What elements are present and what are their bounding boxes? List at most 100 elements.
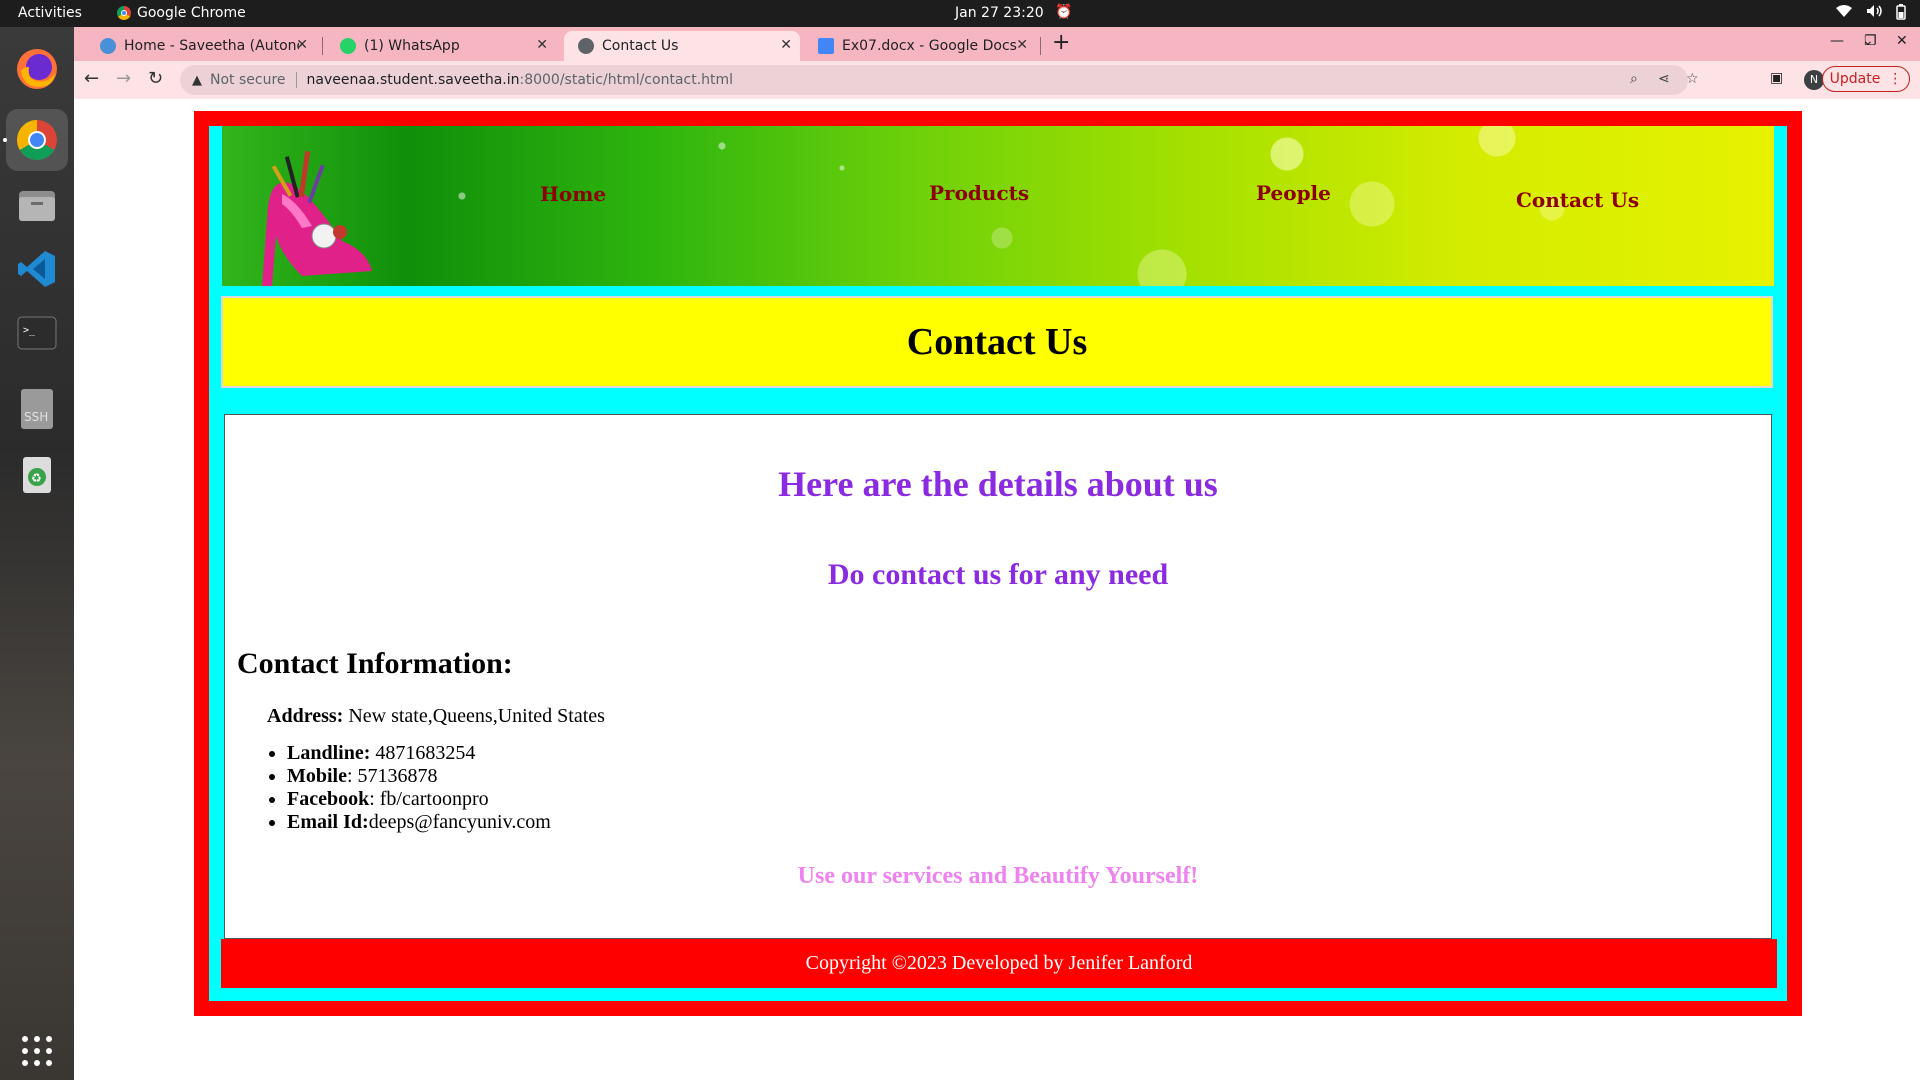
url-host: naveenaa.student.saveetha.in — [306, 72, 520, 88]
dock: >_ SSH ♻ — [0, 27, 74, 1080]
contact-content: Here are the details about us Do contact… — [224, 414, 1772, 939]
url-path: :8000/static/html/contact.html — [519, 72, 734, 88]
tab-title: Contact Us — [602, 38, 679, 54]
page-title-box: Contact Us — [221, 296, 1773, 388]
running-indicator — [3, 138, 7, 142]
contact-info-heading: Contact Information: — [237, 647, 513, 680]
update-label: Update — [1829, 71, 1881, 87]
reload-icon[interactable]: ↻ — [148, 68, 163, 89]
tab-home-saveetha[interactable]: Home - Saveetha (Autono ✕ — [86, 31, 316, 61]
app-name: Google Chrome — [137, 5, 246, 21]
address-bar[interactable]: ▲ Not secure naveenaa.student.saveetha.i… — [180, 65, 1699, 95]
close-window-icon[interactable]: ✕ — [1896, 33, 1908, 49]
back-arrow-icon[interactable]: ← — [84, 68, 99, 89]
details-heading: Here are the details about us — [778, 464, 1218, 504]
system-top-bar: Activities Google Chrome Jan 27 23:20 ⏰ — [0, 0, 1920, 27]
battery-icon — [1896, 4, 1906, 24]
system-tray[interactable] — [1836, 4, 1906, 24]
nav-people-link[interactable]: People — [1256, 181, 1331, 205]
close-tab-icon[interactable]: ✕ — [1016, 37, 1028, 53]
warning-triangle-icon[interactable]: ▲ — [192, 73, 202, 88]
nav-home-link[interactable]: Home — [540, 182, 606, 206]
svg-text:>_: >_ — [23, 325, 36, 336]
tab-separator — [322, 37, 323, 55]
update-button[interactable]: Update ⋮ — [1822, 66, 1910, 92]
vscode-icon[interactable] — [13, 245, 61, 293]
contact-list: Landline: 4871683254 Mobile: 57136878 Fa… — [267, 742, 551, 834]
omnibox-divider — [295, 72, 297, 88]
page-container: Home Products People Contact Us Contact … — [209, 126, 1787, 1001]
contact-value: 4871683254 — [370, 742, 476, 764]
globe-favicon-icon — [578, 38, 594, 54]
profile-avatar[interactable]: N — [1804, 70, 1824, 90]
firefox-icon[interactable] — [13, 45, 61, 93]
minimize-icon[interactable]: — — [1830, 33, 1844, 49]
contact-value: : 57136878 — [347, 765, 438, 787]
contact-facebook: Facebook: fb/cartoonpro — [287, 788, 551, 811]
address-value: New state,Queens,United States — [343, 705, 605, 727]
app-menu[interactable]: Google Chrome — [117, 5, 246, 21]
trash-icon[interactable]: ♻ — [13, 451, 61, 499]
close-tab-icon[interactable]: ✕ — [296, 37, 308, 53]
footer: Copyright ©2023 Developed by Jenifer Lan… — [221, 939, 1777, 988]
security-status[interactable]: Not secure — [210, 72, 286, 88]
address-line: Address: New state,Queens,United States — [267, 705, 605, 728]
page-title: Contact Us — [906, 321, 1088, 363]
docs-favicon-icon — [818, 38, 834, 54]
contact-label: Mobile — [287, 765, 347, 787]
alarm-icon: ⏰ — [1055, 4, 1073, 20]
contact-label: Email Id: — [287, 811, 369, 833]
copyright-text: Copyright ©2023 Developed by Jenifer Lan… — [805, 952, 1193, 974]
share-icon[interactable]: ⋖ — [1658, 71, 1670, 87]
page-viewport: Home Products People Contact Us Contact … — [74, 99, 1920, 1080]
contact-subheading: Do contact us for any need — [827, 558, 1169, 591]
contact-label: Landline: — [287, 742, 371, 764]
tab-separator — [1040, 37, 1041, 55]
new-tab-plus-icon[interactable]: + — [1052, 30, 1070, 55]
zoom-icon[interactable]: ⌕ — [1630, 71, 1638, 87]
url-text[interactable]: naveenaa.student.saveetha.in:8000/static… — [307, 72, 734, 88]
tab-title: (1) WhatsApp — [364, 38, 460, 54]
page-frame: Home Products People Contact Us Contact … — [194, 111, 1802, 1016]
tab-strip: Home - Saveetha (Autono ✕ (1) WhatsApp ✕… — [74, 27, 1920, 61]
bookmark-star-icon[interactable]: ☆ — [1686, 71, 1699, 87]
close-tab-icon[interactable]: ✕ — [780, 37, 792, 53]
nav-products-link[interactable]: Products — [929, 181, 1029, 205]
restore-icon[interactable]: ❐ — [1864, 33, 1877, 49]
browser-toolbar: ← → ↻ ▲ Not secure naveenaa.student.save… — [74, 61, 1920, 99]
side-panel-icon[interactable]: ▣ — [1770, 70, 1783, 86]
svg-text:♻: ♻ — [31, 471, 42, 485]
header-banner: Home Products People Contact Us — [222, 126, 1774, 286]
address-label: Address: — [267, 705, 344, 727]
svg-text:SSH: SSH — [24, 410, 48, 424]
activities-button[interactable]: Activities — [18, 5, 82, 21]
show-apps-icon[interactable] — [13, 1027, 61, 1075]
volume-icon — [1866, 4, 1882, 24]
tab-google-docs[interactable]: Ex07.docx - Google Docs ✕ — [804, 31, 1036, 61]
forward-arrow-icon[interactable]: → — [116, 68, 131, 89]
tagline: Use our services and Beautify Yourself! — [797, 863, 1199, 889]
more-menu-icon: ⋮ — [1888, 71, 1903, 87]
chrome-dock-icon[interactable] — [13, 116, 61, 164]
tab-contact-us[interactable]: Contact Us ✕ — [564, 31, 800, 61]
contact-email: Email Id:deeps@fancyuniv.com — [287, 811, 551, 834]
tab-title: Ex07.docx - Google Docs — [842, 38, 1017, 54]
contact-mobile: Mobile: 57136878 — [287, 765, 551, 788]
clock[interactable]: Jan 27 23:20 — [955, 5, 1044, 21]
contact-value: deeps@fancyuniv.com — [368, 811, 551, 833]
wifi-icon — [1836, 4, 1852, 24]
saveetha-favicon-icon — [100, 38, 116, 54]
close-tab-icon[interactable]: ✕ — [536, 37, 548, 53]
high-heel-cosmetics-logo-icon — [262, 150, 372, 286]
chrome-icon — [117, 6, 131, 20]
ssh-icon[interactable]: SSH — [13, 385, 61, 433]
tab-title: Home - Saveetha (Autono — [124, 38, 299, 54]
files-icon[interactable] — [13, 181, 61, 229]
contact-label: Facebook — [287, 788, 370, 810]
tab-whatsapp[interactable]: (1) WhatsApp ✕ — [326, 31, 556, 61]
contact-landline: Landline: 4871683254 — [287, 742, 551, 765]
whatsapp-favicon-icon — [340, 38, 356, 54]
terminal-icon[interactable]: >_ — [13, 309, 61, 357]
contact-value: : fb/cartoonpro — [369, 788, 489, 810]
nav-contact-us-link[interactable]: Contact Us — [1516, 188, 1639, 212]
